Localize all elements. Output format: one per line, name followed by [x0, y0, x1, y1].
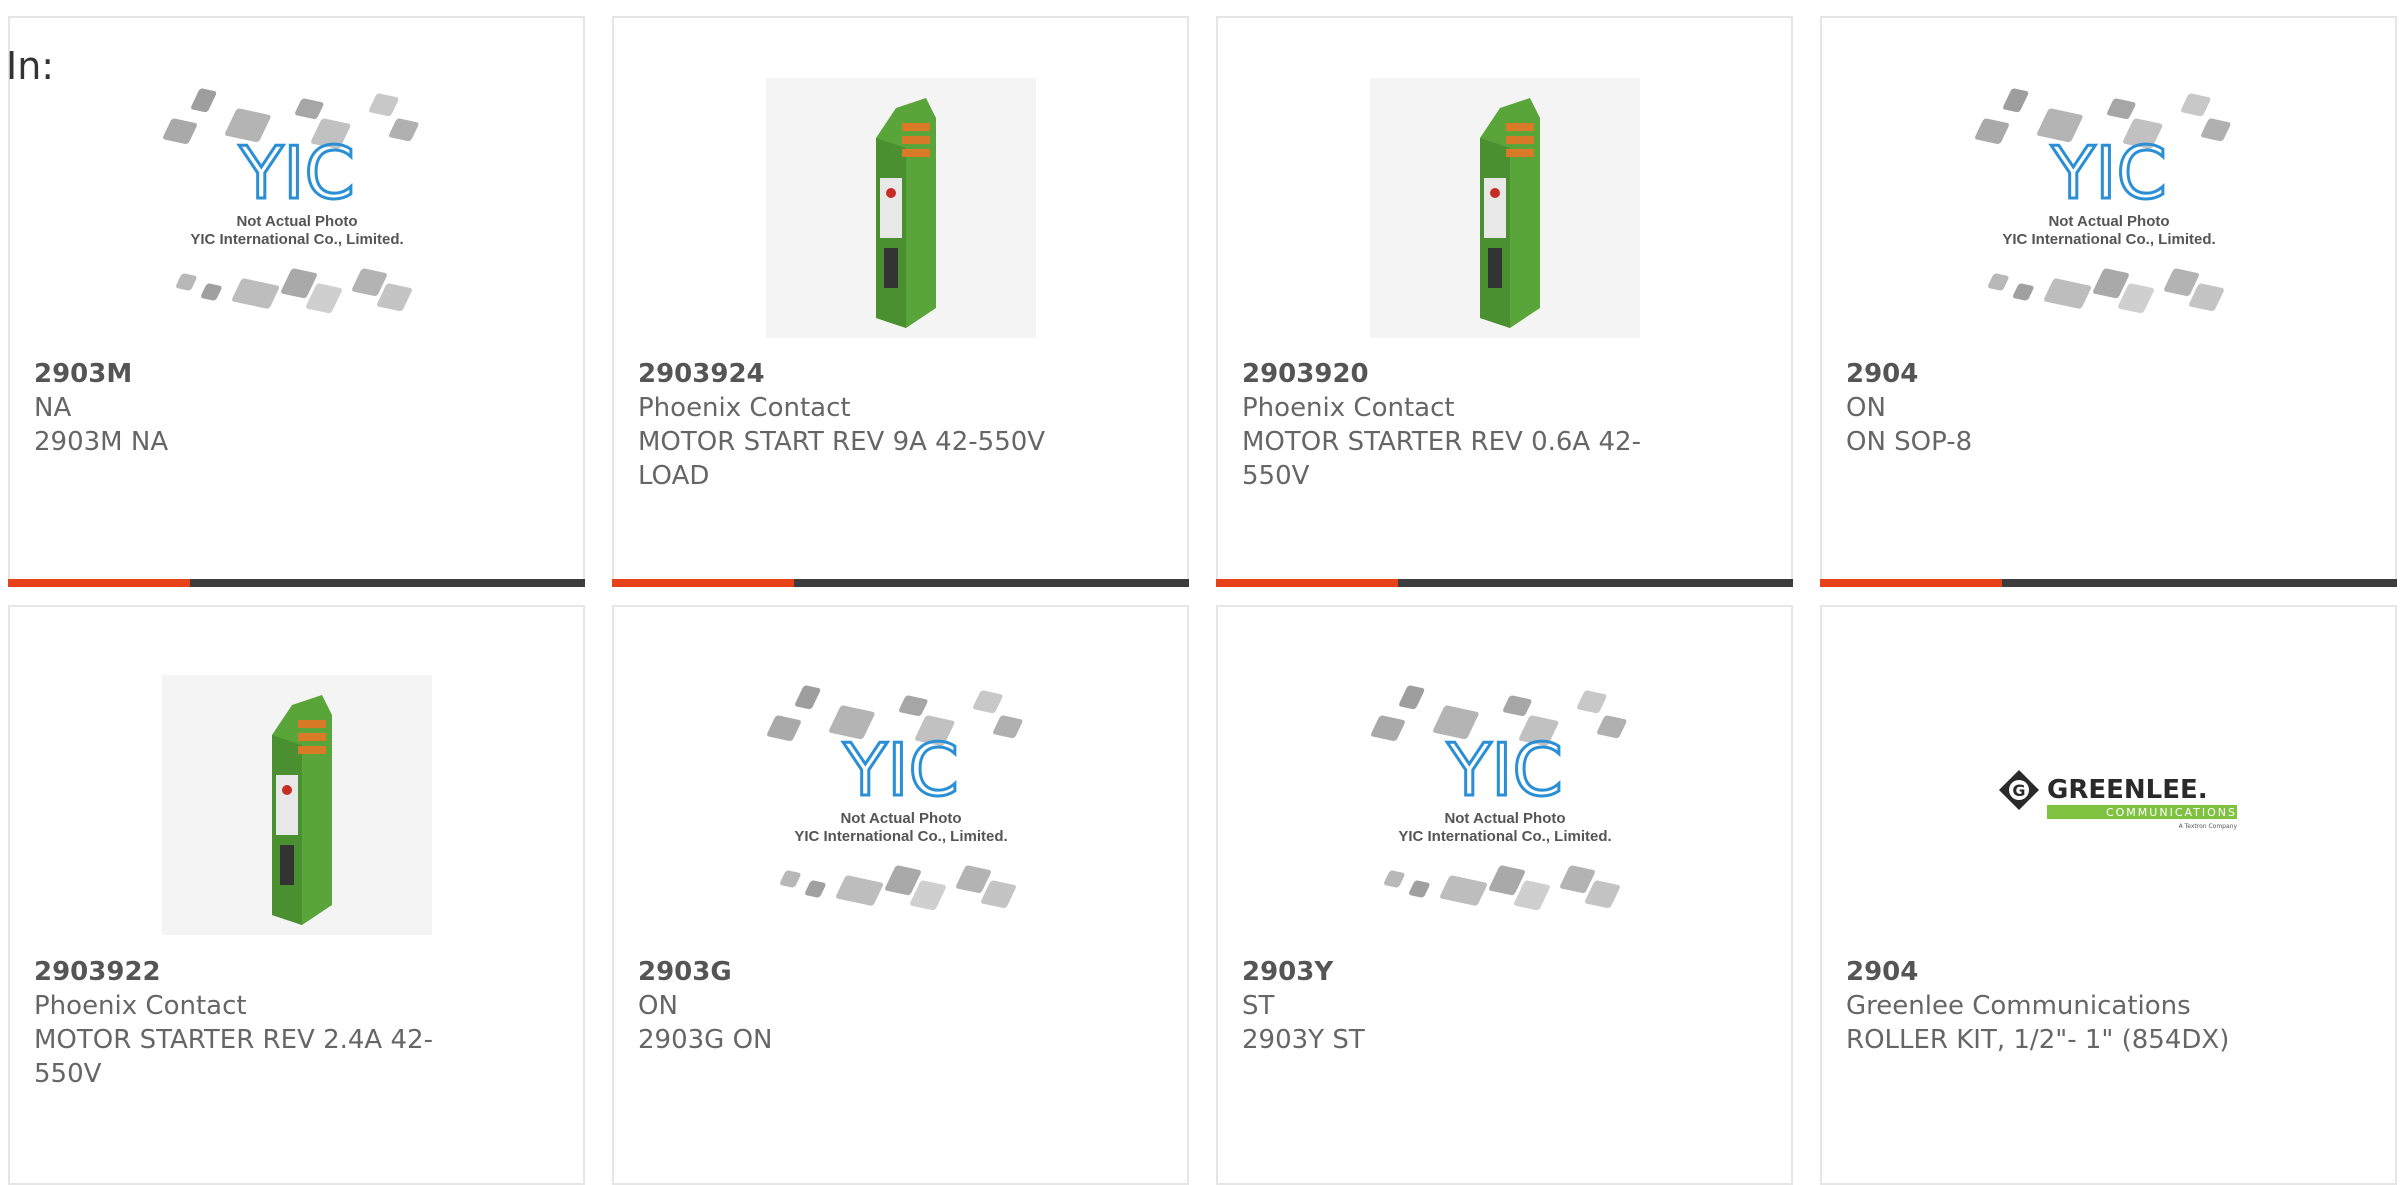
placeholder-line1: Not Actual Photo — [1444, 810, 1565, 827]
product-thumbnail[interactable]: G GREENLEE. COMMUNICATIONS A Textron Com… — [1822, 675, 2395, 945]
product-thumbnail[interactable] — [614, 78, 1187, 348]
placeholder-logo: YIC — [842, 728, 959, 812]
not-actual-photo-image: YIC Not Actual Photo YIC International C… — [162, 88, 418, 314]
part-number[interactable]: 2904 — [1846, 955, 2286, 989]
manufacturer: ON — [1846, 393, 1886, 423]
not-actual-photo-image: YIC Not Actual Photo YIC International C… — [1370, 685, 1626, 911]
greenlee-tag: A Textron Company — [2178, 823, 2237, 830]
not-actual-photo-image: YIC Not Actual Photo YIC International C… — [766, 685, 1022, 911]
product-info: 2903G ON 2903G ON — [638, 955, 1078, 1057]
product-info: 2903920 Phoenix Contact MOTOR STARTER RE… — [1242, 357, 1682, 493]
part-number[interactable]: 2904 — [1846, 357, 2286, 391]
product-info: 2904 Greenlee Communications ROLLER KIT,… — [1846, 955, 2286, 1057]
part-number[interactable]: 2903922 — [34, 955, 474, 989]
product-description: MOTOR STARTER REV 2.4A 42-550V — [34, 1025, 433, 1089]
product-description: 2903G ON — [638, 1025, 773, 1055]
card-bottom-bar — [1820, 579, 2397, 587]
product-thumbnail[interactable]: YIC Not Actual Photo YIC International C… — [1218, 675, 1791, 945]
card-bottom-bar — [612, 579, 1189, 587]
card-bottom-bar — [8, 579, 585, 587]
product-card[interactable]: 2903922 Phoenix Contact MOTOR STARTER RE… — [8, 605, 585, 1185]
product-thumbnail[interactable]: YIC Not Actual Photo YIC International C… — [614, 675, 1187, 945]
product-thumbnail[interactable]: YIC Not Actual Photo YIC International C… — [1822, 78, 2395, 348]
product-card[interactable]: 2903924 Phoenix Contact MOTOR START REV … — [612, 16, 1189, 587]
product-description: ON SOP-8 — [1846, 427, 1973, 457]
placeholder-line1: Not Actual Photo — [840, 810, 961, 827]
part-number[interactable]: 2903920 — [1242, 357, 1682, 391]
greenlee-brand: GREENLEE. — [2047, 775, 2208, 805]
product-info: 2903922 Phoenix Contact MOTOR STARTER RE… — [34, 955, 474, 1091]
placeholder-line1: Not Actual Photo — [2048, 213, 2169, 230]
product-description: 2903Y ST — [1242, 1025, 1365, 1055]
product-description: ROLLER KIT, 1/2"- 1" (854DX) — [1846, 1025, 2230, 1055]
card-accent — [1820, 579, 2002, 587]
manufacturer: Phoenix Contact — [1242, 393, 1455, 423]
placeholder-line2: YIC International Co., Limited. — [794, 828, 1007, 845]
card-accent — [612, 579, 794, 587]
product-thumbnail[interactable]: YIC Not Actual Photo YIC International C… — [10, 78, 583, 348]
manufacturer: NA — [34, 393, 72, 423]
placeholder-logo: YIC — [238, 131, 355, 215]
motor-starter-image — [1369, 78, 1640, 338]
manufacturer: ON — [638, 991, 678, 1021]
part-number[interactable]: 2903M — [34, 357, 474, 391]
placeholder-line2: YIC International Co., Limited. — [190, 231, 403, 248]
product-thumbnail[interactable] — [1218, 78, 1791, 348]
card-accent — [8, 579, 190, 587]
product-info: 2903924 Phoenix Contact MOTOR START REV … — [638, 357, 1078, 493]
placeholder-logo: YIC — [2050, 131, 2167, 215]
search-label: In: — [6, 44, 55, 88]
product-description: 2903M NA — [34, 427, 169, 457]
manufacturer: Phoenix Contact — [638, 393, 851, 423]
card-bottom-bar — [1216, 579, 1793, 587]
manufacturer: Greenlee Communications — [1846, 991, 2191, 1021]
card-accent — [1216, 579, 1398, 587]
part-number[interactable]: 2903Y — [1242, 955, 1682, 989]
product-thumbnail[interactable] — [10, 675, 583, 945]
not-actual-photo-image: YIC Not Actual Photo YIC International C… — [1974, 88, 2230, 314]
manufacturer: ST — [1242, 991, 1275, 1021]
motor-starter-image — [161, 675, 432, 935]
product-description: MOTOR START REV 9A 42-550V LOAD — [638, 427, 1046, 491]
product-info: 2904 ON ON SOP-8 — [1846, 357, 2286, 459]
placeholder-line2: YIC International Co., Limited. — [2002, 231, 2215, 248]
product-card[interactable]: 2903920 Phoenix Contact MOTOR STARTER RE… — [1216, 16, 1793, 587]
placeholder-line2: YIC International Co., Limited. — [1398, 828, 1611, 845]
product-description: MOTOR STARTER REV 0.6A 42-550V — [1242, 427, 1641, 491]
product-info: 2903M NA 2903M NA — [34, 357, 474, 459]
product-card[interactable]: YIC Not Actual Photo YIC International C… — [1216, 605, 1793, 1185]
product-info: 2903Y ST 2903Y ST — [1242, 955, 1682, 1057]
manufacturer: Phoenix Contact — [34, 991, 247, 1021]
svg-text:G: G — [2012, 781, 2025, 800]
product-card[interactable]: G GREENLEE. COMMUNICATIONS A Textron Com… — [1820, 605, 2397, 1185]
placeholder-line1: Not Actual Photo — [236, 213, 357, 230]
greenlee-logo-image: G GREENLEE. COMMUNICATIONS A Textron Com… — [1998, 770, 2237, 830]
product-card[interactable]: YIC Not Actual Photo YIC International C… — [8, 16, 585, 587]
part-number[interactable]: 2903G — [638, 955, 1078, 989]
product-card[interactable]: YIC Not Actual Photo YIC International C… — [1820, 16, 2397, 587]
motor-starter-image — [765, 78, 1036, 338]
placeholder-logo: YIC — [1446, 728, 1563, 812]
product-card[interactable]: YIC Not Actual Photo YIC International C… — [612, 605, 1189, 1185]
part-number[interactable]: 2903924 — [638, 357, 1078, 391]
greenlee-sub: COMMUNICATIONS — [2105, 806, 2236, 819]
